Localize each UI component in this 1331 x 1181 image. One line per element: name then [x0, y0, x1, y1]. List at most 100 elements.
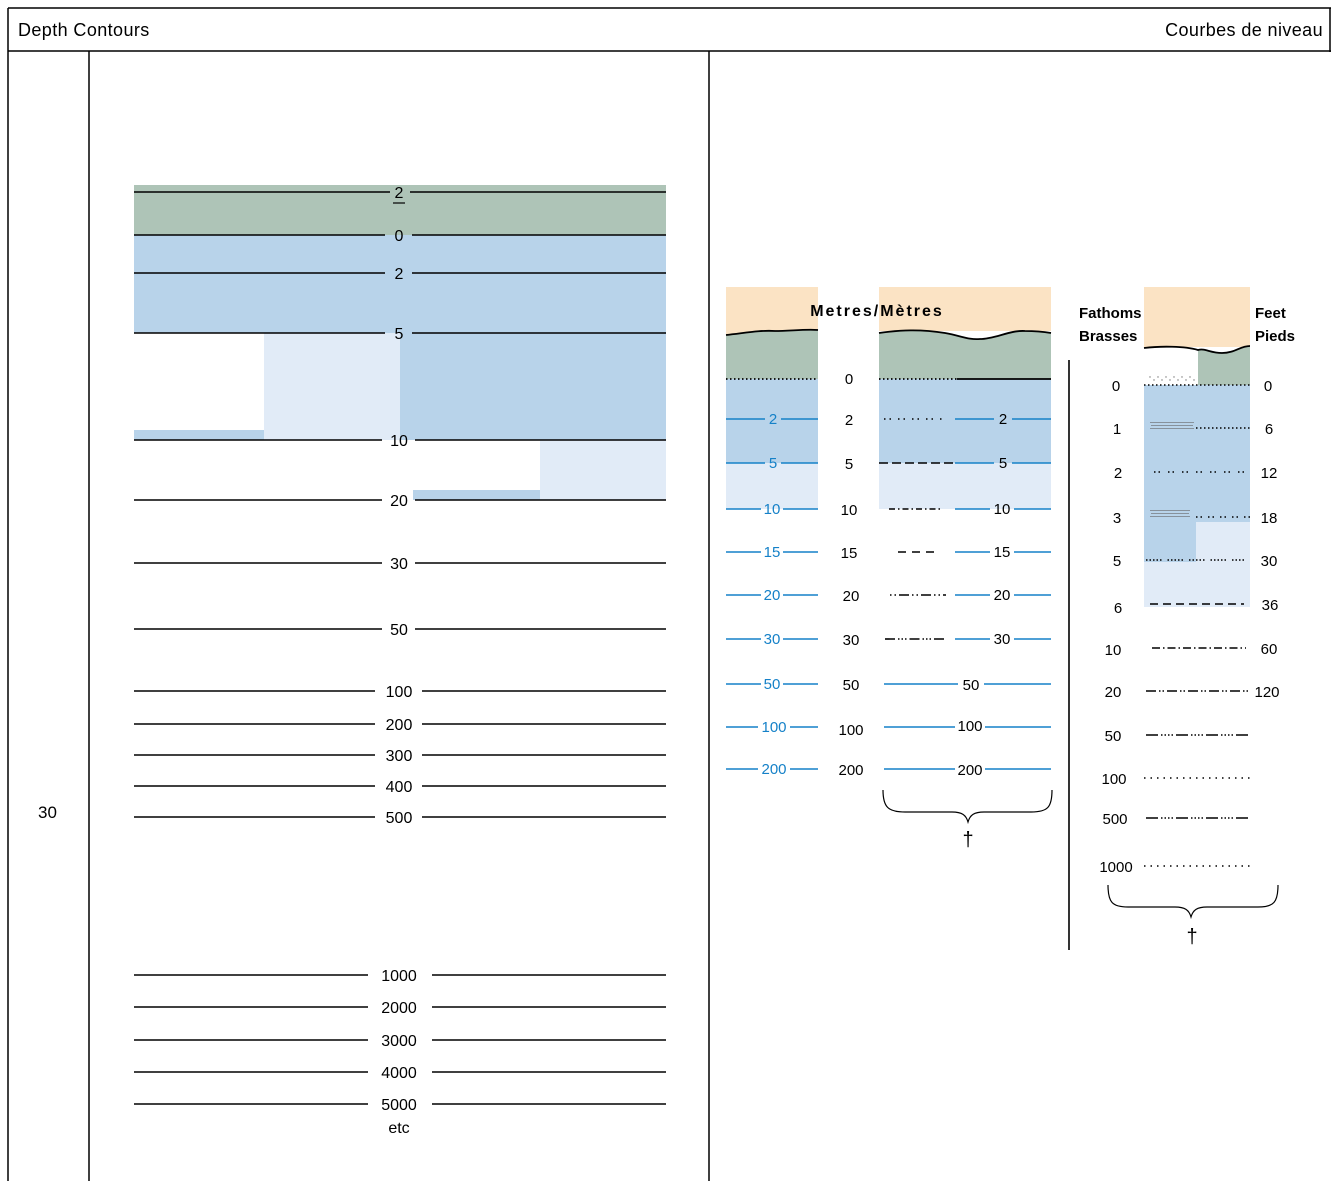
blue-contour-label: 20 [764, 587, 781, 604]
fathom-label: 1000 [1099, 859, 1132, 876]
metres-contour-label: 50 [963, 677, 980, 694]
pieds-title: Pieds [1255, 328, 1295, 345]
blue-contour-label: 10 [764, 501, 781, 518]
depth-label: 2 [395, 266, 404, 283]
metres-contour-label: 5 [999, 455, 1007, 472]
blue-contour-label: 30 [764, 631, 781, 648]
depth-label: 5000 [381, 1097, 417, 1114]
dagger-symbol: † [1186, 926, 1197, 948]
fathom-label: 6 [1114, 600, 1122, 617]
blue-contour-label: 5 [769, 455, 777, 472]
feet-label: 6 [1265, 421, 1273, 438]
metres-depth-label: 5 [845, 456, 853, 473]
shallow-strip-left [134, 430, 264, 440]
fathom-label: 1 [1113, 421, 1121, 438]
feet-label: 60 [1261, 641, 1278, 658]
feet-label: 18 [1261, 510, 1278, 527]
drying-area [1198, 346, 1250, 385]
metres-depth-label: 30 [843, 632, 860, 649]
land-area [1144, 287, 1250, 347]
rock-texture [1146, 350, 1194, 373]
blue-contour-label: 2 [769, 411, 777, 428]
dagger-symbol: † [962, 829, 973, 851]
fathom-label: 2 [1114, 465, 1122, 482]
depth-label: 5 [395, 326, 404, 343]
fathoms-title: Fathoms [1079, 305, 1142, 322]
blue-contour-label: 50 [764, 676, 781, 693]
fathom-label: 20 [1105, 684, 1122, 701]
light-area [879, 463, 1051, 509]
shallow-area [879, 379, 1051, 463]
depth-label: 10 [390, 433, 408, 450]
left-panel: 2 0 2 5 10 20 30 50 100 200 300 400 500 … [134, 185, 666, 1137]
metres-depth-label: 10 [841, 502, 858, 519]
metres-depth-label: 15 [841, 545, 858, 562]
feet-label: 120 [1254, 684, 1279, 701]
drying-area [726, 329, 818, 379]
brace [1107, 884, 1279, 920]
depth-label: 4000 [381, 1065, 417, 1082]
depth-contours-diagram: 2 0 2 5 10 20 30 50 100 200 300 400 500 … [7, 7, 1331, 1181]
land-area [726, 287, 818, 335]
blue-contour-label: 200 [761, 761, 786, 778]
metres-contour-label: 2 [999, 411, 1007, 428]
drying-height-label: 2 [395, 185, 404, 202]
feet-label: 0 [1264, 378, 1272, 395]
feet-label: 36 [1262, 597, 1279, 614]
fathom-label: 5 [1113, 553, 1121, 570]
light-area [1196, 522, 1250, 562]
fathoms-panel: Fathoms Brasses Feet Pieds 0 1 2 3 5 6 1… [1068, 287, 1295, 950]
etc-label: etc [388, 1120, 409, 1137]
light-area-left [264, 333, 400, 440]
blue-contour-label: 100 [761, 719, 786, 736]
depth-label: 300 [386, 748, 413, 765]
depth-label: 100 [386, 684, 413, 701]
metres-contour-label: 100 [957, 718, 982, 735]
depth-label: 50 [390, 622, 408, 639]
depth-label: 20 [390, 493, 408, 510]
light-area [1144, 562, 1250, 607]
fathom-label: 10 [1105, 642, 1122, 659]
metres-depth-label: 200 [838, 762, 863, 779]
depth-label: 0 [395, 228, 404, 245]
metres-depth-label: 0 [845, 371, 853, 388]
metres-contour-label: 20 [994, 587, 1011, 604]
metres-depth-label: 100 [838, 722, 863, 739]
shallow-area-right [400, 333, 666, 440]
metres-depth-label: 2 [845, 412, 853, 429]
blue-contour-label: 15 [764, 544, 781, 561]
metres-contour-label: 200 [957, 762, 982, 779]
fathom-label: 50 [1105, 728, 1122, 745]
metres-depth-label: 50 [843, 677, 860, 694]
feet-title: Feet [1255, 305, 1286, 322]
metres-contour-label: 30 [994, 631, 1011, 648]
depth-label: 2000 [381, 1000, 417, 1017]
depth-label: 1000 [381, 968, 417, 985]
fathom-label: 3 [1113, 510, 1121, 527]
depth-label: 500 [386, 810, 413, 827]
shallow-area [1144, 385, 1250, 522]
sand-stipple-top [1149, 376, 1195, 381]
feet-label: 12 [1261, 465, 1278, 482]
depth-label: 30 [390, 556, 408, 573]
fathom-label: 0 [1112, 378, 1120, 395]
brasses-title: Brasses [1079, 328, 1137, 345]
metres-contour-label: 15 [994, 544, 1011, 561]
light-area-right [540, 440, 666, 500]
feet-label: 30 [1261, 553, 1278, 570]
row-number: 30 [38, 803, 57, 822]
shallow-area-top [134, 235, 666, 333]
metres-panel: Metres/Mètres 2 5 10 15 20 30 50 100 200 [725, 287, 1053, 851]
metres-contour-label: 10 [994, 501, 1011, 518]
depth-label: 3000 [381, 1033, 417, 1050]
depth-label: 400 [386, 779, 413, 796]
shallow-strip-right [413, 490, 540, 500]
fathom-label: 100 [1101, 771, 1126, 788]
depth-label: 200 [386, 717, 413, 734]
metres-title: Metres/Mètres [810, 303, 944, 320]
shallow-area-left [1144, 522, 1196, 562]
metres-depth-label: 20 [843, 588, 860, 605]
brace [882, 789, 1053, 825]
fathom-label: 500 [1102, 811, 1127, 828]
frame [7, 7, 1331, 1181]
